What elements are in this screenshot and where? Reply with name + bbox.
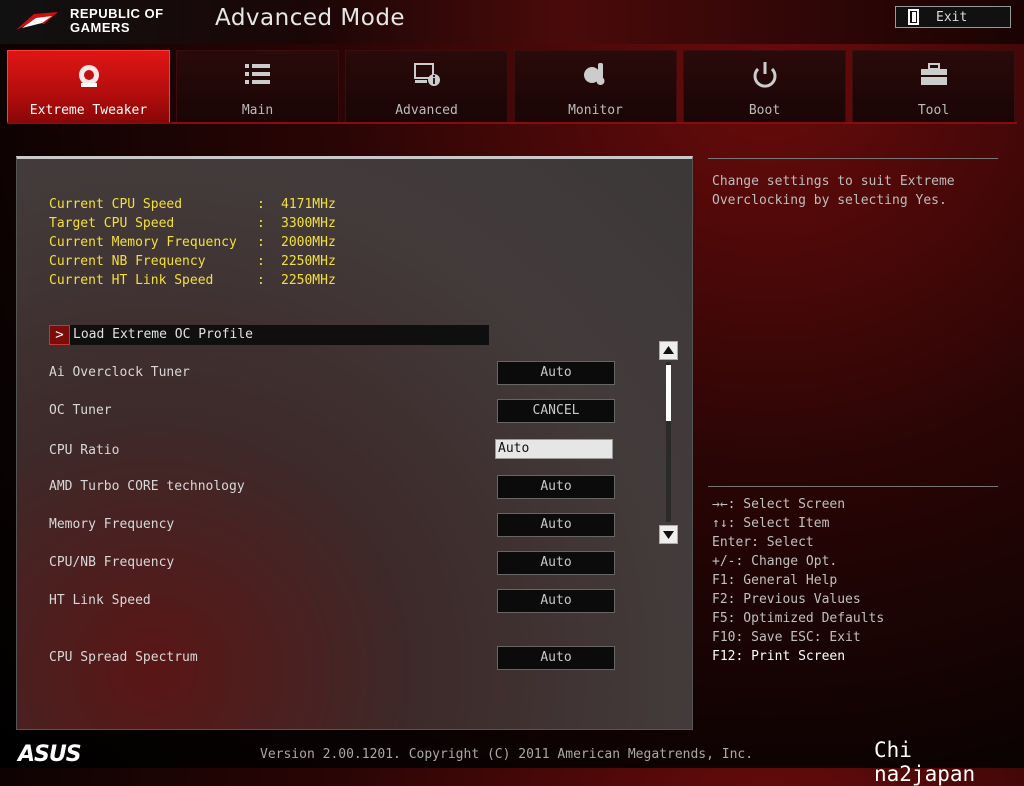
triangle-down-icon [663, 531, 674, 539]
tab-label: Extreme Tweaker [29, 103, 148, 118]
tab-advanced[interactable]: Advanced [345, 50, 508, 122]
setting-ht-link-speed: HT Link Speed Auto [49, 589, 619, 613]
power-icon [753, 62, 776, 88]
rog-eye-icon [16, 12, 58, 30]
help-description: Change settings to suit Extreme Overcloc… [712, 174, 955, 208]
rog-logo-text: REPUBLIC OF GAMERS [70, 6, 164, 35]
info-row-current-cpu-speed: Current CPU Speed:4171MHz [49, 197, 336, 212]
tab-underline [7, 122, 1017, 124]
key-select-screen: →←: Select Screen [712, 497, 846, 512]
scroll-up-button[interactable] [659, 341, 678, 360]
info-row-target-cpu-speed: Target CPU Speed:3300MHz [49, 216, 336, 231]
cpu-ratio-input[interactable]: Auto [495, 439, 613, 459]
setting-amd-turbo-core: AMD Turbo CORE technology Auto [49, 475, 619, 499]
setting-label: CPU/NB Frequency [49, 555, 175, 570]
submenu-arrow-icon: > [49, 325, 70, 345]
key-previous-values: F2: Previous Values [712, 592, 861, 607]
advanced-info-icon [413, 63, 440, 86]
setting-cpu-nb-frequency: CPU/NB Frequency Auto [49, 551, 619, 575]
tab-monitor[interactable]: Monitor [514, 50, 677, 122]
amd-turbo-core-select[interactable]: Auto [497, 475, 615, 499]
tab-label: Main [241, 103, 274, 118]
tab-label: Monitor [568, 103, 623, 118]
tab-label: Boot [748, 103, 781, 118]
ai-overclock-tuner-select[interactable]: Auto [497, 361, 615, 385]
key-optimized-defaults: F5: Optimized Defaults [712, 611, 885, 626]
setting-cpu-spread-spectrum: CPU Spread Spectrum Auto [49, 646, 619, 670]
watermark-text: Chi na2japan [874, 738, 976, 786]
info-row-memory-frequency: Current Memory Frequency:2000MHz [49, 235, 336, 250]
setting-oc-tuner: OC Tuner CANCEL [49, 399, 619, 423]
help-divider-middle [708, 486, 998, 487]
info-row-ht-link-speed: Current HT Link Speed:2250MHz [49, 273, 336, 288]
exit-label: Exit [936, 9, 968, 25]
setting-label: CPU Ratio [49, 443, 120, 458]
key-print-screen: F12: Print Screen [712, 649, 846, 664]
help-divider-top [708, 158, 998, 159]
key-change-opt: +/-: Change Opt. [712, 554, 838, 569]
key-enter: Enter: Select [712, 535, 814, 550]
cpu-info-block: Current CPU Speed:4171MHz Target CPU Spe… [49, 195, 336, 290]
key-save-exit: F10: Save ESC: Exit [712, 630, 861, 645]
top-bar: REPUBLIC OF GAMERS Advanced Mode Exit [0, 0, 1024, 44]
main-tabs: Extreme Tweaker Main Advanced Monitor Bo… [7, 50, 1017, 122]
list-icon [244, 64, 270, 84]
setting-ai-overclock-tuner: Ai Overclock Tuner Auto [49, 361, 619, 385]
triangle-up-icon [663, 346, 674, 354]
tab-extreme-tweaker[interactable]: Extreme Tweaker [7, 50, 170, 122]
ht-link-speed-select[interactable]: Auto [497, 589, 615, 613]
asus-logo: ASUS [18, 742, 82, 767]
key-general-help: F1: General Help [712, 573, 838, 588]
setting-label: CPU Spread Spectrum [49, 650, 198, 665]
setting-cpu-ratio: CPU Ratio Auto [49, 439, 619, 463]
rog-logo: REPUBLIC OF GAMERS [14, 4, 184, 38]
tab-tool[interactable]: Tool [852, 50, 1015, 122]
submenu-label: Load Extreme OC Profile [73, 327, 254, 342]
toolbox-icon [920, 63, 947, 85]
info-row-nb-frequency: Current NB Frequency:2250MHz [49, 254, 336, 269]
scroll-down-button[interactable] [659, 525, 678, 544]
setting-label: Ai Overclock Tuner [49, 365, 190, 380]
tab-label: Tool [917, 103, 950, 118]
page-title: Advanced Mode [215, 5, 406, 31]
cpu-spread-spectrum-select[interactable]: Auto [497, 646, 615, 670]
setting-memory-frequency: Memory Frequency Auto [49, 513, 619, 537]
scrollbar-thumb[interactable] [666, 365, 671, 421]
version-text: Version 2.00.1201. Copyright (C) 2011 Am… [260, 747, 754, 762]
key-legend: →←: Select Screen ↑↓: Select Item Enter:… [712, 495, 884, 666]
tab-boot[interactable]: Boot [683, 50, 846, 122]
thermometer-icon [583, 63, 604, 85]
load-extreme-oc-profile-item[interactable]: > Load Extreme OC Profile [49, 325, 489, 345]
tweaker-icon [78, 65, 99, 87]
setting-label: HT Link Speed [49, 593, 151, 608]
setting-label: Memory Frequency [49, 517, 175, 532]
tab-main[interactable]: Main [176, 50, 339, 122]
oc-tuner-select[interactable]: CANCEL [497, 399, 615, 423]
setting-label: OC Tuner [49, 403, 112, 418]
exit-button[interactable]: Exit [895, 6, 1011, 28]
exit-door-icon [908, 9, 922, 25]
cpu-nb-frequency-select[interactable]: Auto [497, 551, 615, 575]
setting-label: AMD Turbo CORE technology [49, 479, 245, 494]
key-select-item: ↑↓: Select Item [712, 516, 830, 531]
settings-panel: Current CPU Speed:4171MHz Target CPU Spe… [16, 156, 693, 730]
memory-frequency-select[interactable]: Auto [497, 513, 615, 537]
tab-label: Advanced [395, 103, 458, 118]
